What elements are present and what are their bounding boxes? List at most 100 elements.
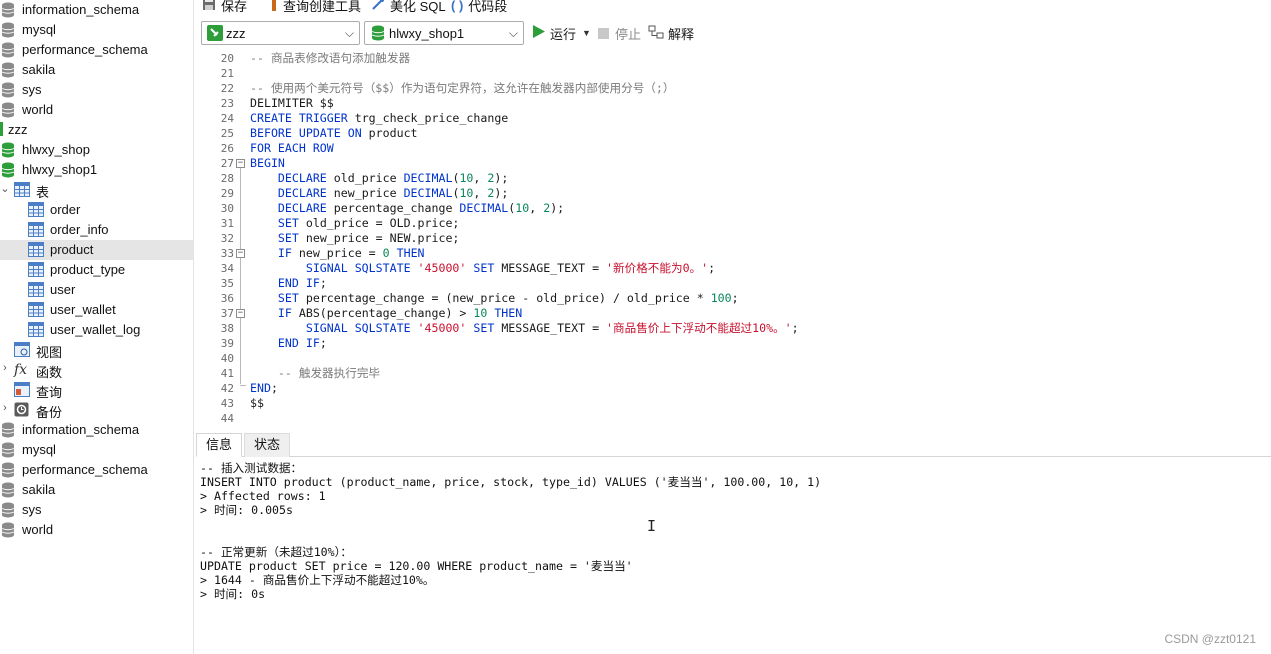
sidebar-item-performance-schema[interactable]: performance_schema [0,460,193,480]
sidebar-item-mysql[interactable]: mysql [0,440,193,460]
sidebar-item-tables-folder[interactable]: ⌄ 表 [0,180,193,200]
sidebar-item-information-schema[interactable]: information_schema [0,420,193,440]
explain-label: 解释 [668,26,695,42]
code-line: CREATE TRIGGER trg_check_price_change [250,111,509,125]
sidebar-item-order-info[interactable]: order_info [0,220,193,240]
sidebar-item-backups-folder[interactable]: › 备份 [0,400,193,420]
output-line: > 1644 - 商品售价上下浮动不能超过10%。 [200,573,435,587]
line-number: 38 [220,322,234,335]
code-line: $$ [250,396,264,410]
database-value: hlwxy_shop1 [389,25,465,41]
table-icon [14,182,30,198]
sidebar-item-label: mysql [22,442,56,457]
run-button[interactable]: 运行 ▼ [533,24,591,42]
fold-toggle-icon[interactable]: − [236,309,245,318]
line-number: 44 [220,412,234,425]
view-icon [14,342,30,358]
sidebar-item-product-type[interactable]: product_type [0,260,193,280]
sidebar-item-user-wallet-log[interactable]: user_wallet_log [0,320,193,340]
sidebar-item-hlwxy-shop1[interactable]: hlwxy_shop1 [0,160,193,180]
code-snippet-label: 代码段 [468,0,508,14]
code-line: -- 触发器执行完毕 [277,366,381,380]
connection-icon [207,25,223,41]
sidebar-item-zzz[interactable]: zzz [0,120,193,140]
chevron-right-icon[interactable]: › [0,362,10,374]
explain-icon [648,25,664,42]
sidebar-item-label: user_wallet [50,302,116,317]
line-number: 34 [220,262,234,275]
database-icon [1,82,17,98]
output-line: > Affected rows: 1 [200,489,326,503]
line-number: 32 [220,232,234,245]
database-icon [1,62,17,78]
chevron-right-icon[interactable]: › [0,402,10,414]
stop-label: 停止 [615,26,642,42]
run-dropdown-icon[interactable]: ▼ [582,28,591,38]
code-line: DECLARE old_price DECIMAL(10, 2); [277,171,509,185]
database-icon [1,502,17,518]
fold-toggle-icon[interactable]: − [236,159,245,168]
sidebar-item-performance-schema[interactable]: performance_schema [0,40,193,60]
database-select[interactable]: hlwxy_shop1 ⌵ [364,21,524,45]
sidebar-item-label: 视图 [36,345,63,360]
sidebar-item-order[interactable]: order [0,200,193,220]
code-line: DELIMITER $$ [250,96,334,110]
sidebar-item-label: hlwxy_shop [22,142,90,157]
chevron-down-icon: ⌵ [508,26,518,40]
sidebar-item-label: product_type [50,262,126,277]
tab-info[interactable]: 信息 [196,433,243,457]
chevron-down-icon[interactable]: ⌄ [0,182,10,195]
sidebar-item-label: order_info [50,222,109,237]
sidebar-item-user-wallet[interactable]: user_wallet [0,300,193,320]
message-output[interactable]: I CSDN @zzt0121 -- 插入测试数据： INSERT INTO pr… [196,458,1271,654]
beautify-sql-label: 美化 SQL [390,0,446,14]
line-number: 35 [220,277,234,290]
sidebar-item-user[interactable]: user [0,280,193,300]
editor-toolbar: 保存 查询创建工具 美化 SQL ( ) 代码段 [196,0,1271,14]
save-icon [202,0,216,14]
play-icon [533,25,545,41]
code-line: IF ABS(percentage_change) > 10 THEN [277,306,523,320]
sidebar-item-label: 表 [36,185,50,200]
sidebar-item-world[interactable]: world [0,520,193,540]
sidebar-item-views-folder[interactable]: 视图 [0,340,193,360]
tab-status[interactable]: 状态 [244,433,291,457]
sidebar-item-queries-folder[interactable]: 查询 [0,380,193,400]
code-line: END IF; [277,336,327,350]
stop-button[interactable]: 停止 [598,24,641,42]
sidebar-item-sakila[interactable]: sakila [0,480,193,500]
database-icon [1,162,17,178]
beautify-sql-button[interactable]: 美化 SQL [371,0,446,14]
sidebar-item-product[interactable]: product [0,240,193,260]
line-number: 22 [220,82,234,95]
sidebar-item-label: world [22,102,54,117]
sql-editor[interactable]: 20 -- 商品表修改语句添加触发器 21 22 -- 使用两个美元符号（$$）作为语句… [196,48,1271,429]
fold-toggle-icon[interactable]: − [236,249,245,258]
code-snippet-button[interactable]: ( ) 代码段 [451,0,507,14]
database-icon [1,142,17,158]
sidebar-item-sys[interactable]: sys [0,500,193,520]
sidebar-item-label: user_wallet_log [50,322,141,337]
sidebar-item-label: sys [22,82,42,97]
database-icon [1,522,17,538]
table-icon [28,322,44,338]
sidebar-item-mysql[interactable]: mysql [0,20,193,40]
output-line: -- 正常更新（未超过10%）： [200,545,353,559]
navigator-tree[interactable]: information_schema mysql performance_schem… [0,0,194,654]
sidebar-item-functions-folder[interactable]: › fx 函数 [0,360,193,380]
sidebar-item-sakila[interactable]: sakila [0,60,193,80]
sidebar-item-information-schema[interactable]: information_schema [0,0,193,20]
connection-select[interactable]: zzz ⌵ [201,21,360,45]
sidebar-item-hlwxy-shop[interactable]: hlwxy_shop [0,140,193,160]
line-number: 43 [220,397,234,410]
save-label: 保存 [221,0,248,14]
sidebar-item-world[interactable]: world [0,100,193,120]
save-button[interactable]: 保存 [202,0,247,14]
code-line: BEGIN [250,156,285,170]
query-builder-button[interactable]: 查询创建工具 [270,0,361,14]
explain-button[interactable]: 解释 [648,24,694,42]
database-icon [1,102,17,118]
output-line: > 时间: 0s [200,587,266,601]
sidebar-item-sys[interactable]: sys [0,80,193,100]
line-number: 26 [220,142,234,155]
